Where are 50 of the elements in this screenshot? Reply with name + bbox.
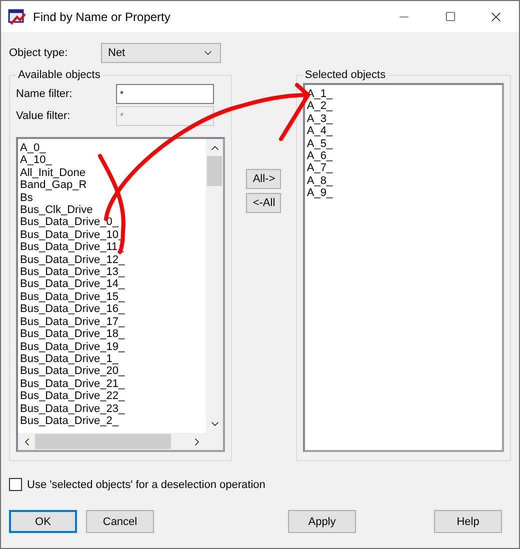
list-item[interactable]: Bus_Data_Drive_15_ [20, 290, 204, 304]
list-item[interactable]: Bus_Data_Drive_20_ [20, 365, 204, 378]
scrollbar-thumb[interactable] [207, 156, 222, 186]
field-label: Name filter: [16, 88, 74, 100]
transfer-button[interactable]: All-> [246, 169, 282, 189]
dialog-button[interactable]: Cancel [86, 510, 154, 533]
list-item[interactable]: Bs [20, 192, 204, 204]
list-item[interactable]: Bus_Data_Drive_2_ [20, 414, 204, 428]
field-label: Value filter: [16, 110, 72, 122]
dialog-button[interactable]: Apply [288, 510, 356, 533]
list-item[interactable]: Band_Gap_R [20, 179, 204, 192]
group-title: Selected objects [304, 69, 387, 81]
list-item[interactable]: A_5_ [306, 138, 484, 150]
checkbox-label: Use 'selected objects' for a deselection operation [27, 478, 266, 490]
list-item[interactable]: Bus_Clk_Drive [20, 204, 204, 216]
field-label: Object type: [9, 47, 69, 59]
default-dialog-button[interactable]: OK [9, 510, 77, 533]
group-title: Available objects [17, 69, 102, 81]
available-list[interactable] [16, 137, 226, 452]
dialog-button[interactable]: Help [434, 510, 502, 533]
list-item[interactable]: A_2_ [306, 100, 484, 113]
list-item[interactable]: Bus_Data_Drive_14_ [20, 278, 204, 291]
list-item[interactable]: Bus_Data_Drive_16_ [20, 303, 204, 316]
list-item[interactable]: A_7_ [306, 162, 484, 175]
list-item[interactable]: A_10_ [20, 154, 204, 167]
list-item[interactable]: Bus_Data_Drive_0_ [20, 216, 204, 229]
list-item[interactable]: A_3_ [306, 112, 484, 126]
scrollbar-thumb[interactable] [35, 434, 172, 449]
list-item[interactable]: A_0_ [20, 142, 204, 154]
list-item[interactable]: A_9_ [306, 187, 484, 200]
window-title: Find by Name or Property [33, 10, 172, 24]
filter-input[interactable]: * [116, 84, 214, 104]
object-type-dropdown[interactable]: Net [101, 43, 221, 63]
app-icon [8, 8, 26, 24]
list-item[interactable]: A_6_ [306, 150, 484, 162]
list-item[interactable]: Bus_Data_Drive_22_ [20, 390, 204, 403]
list-item[interactable]: A_8_ [306, 174, 484, 188]
maximize-icon[interactable] [444, 11, 456, 22]
list-item[interactable]: Bus_Data_Drive_13_ [20, 266, 204, 278]
list-item[interactable]: Bus_Data_Drive_17_ [20, 316, 204, 328]
list-item[interactable]: Bus_Data_Drive_18_ [20, 328, 204, 340]
transfer-button[interactable]: <-All [246, 193, 282, 213]
list-item[interactable]: Bus_Data_Drive_12_ [20, 254, 204, 266]
list-item[interactable]: Bus_Data_Drive_1_ [20, 352, 204, 366]
list-item[interactable]: A_4_ [306, 125, 484, 138]
checkbox[interactable] [9, 478, 22, 491]
list-item[interactable]: Bus_Data_Drive_23_ [20, 402, 204, 415]
list-item[interactable]: Bus_Data_Drive_21_ [20, 378, 204, 390]
list-item[interactable]: Bus_Data_Drive_19_ [20, 340, 204, 353]
list-item[interactable]: All_Init_Done [20, 166, 204, 180]
